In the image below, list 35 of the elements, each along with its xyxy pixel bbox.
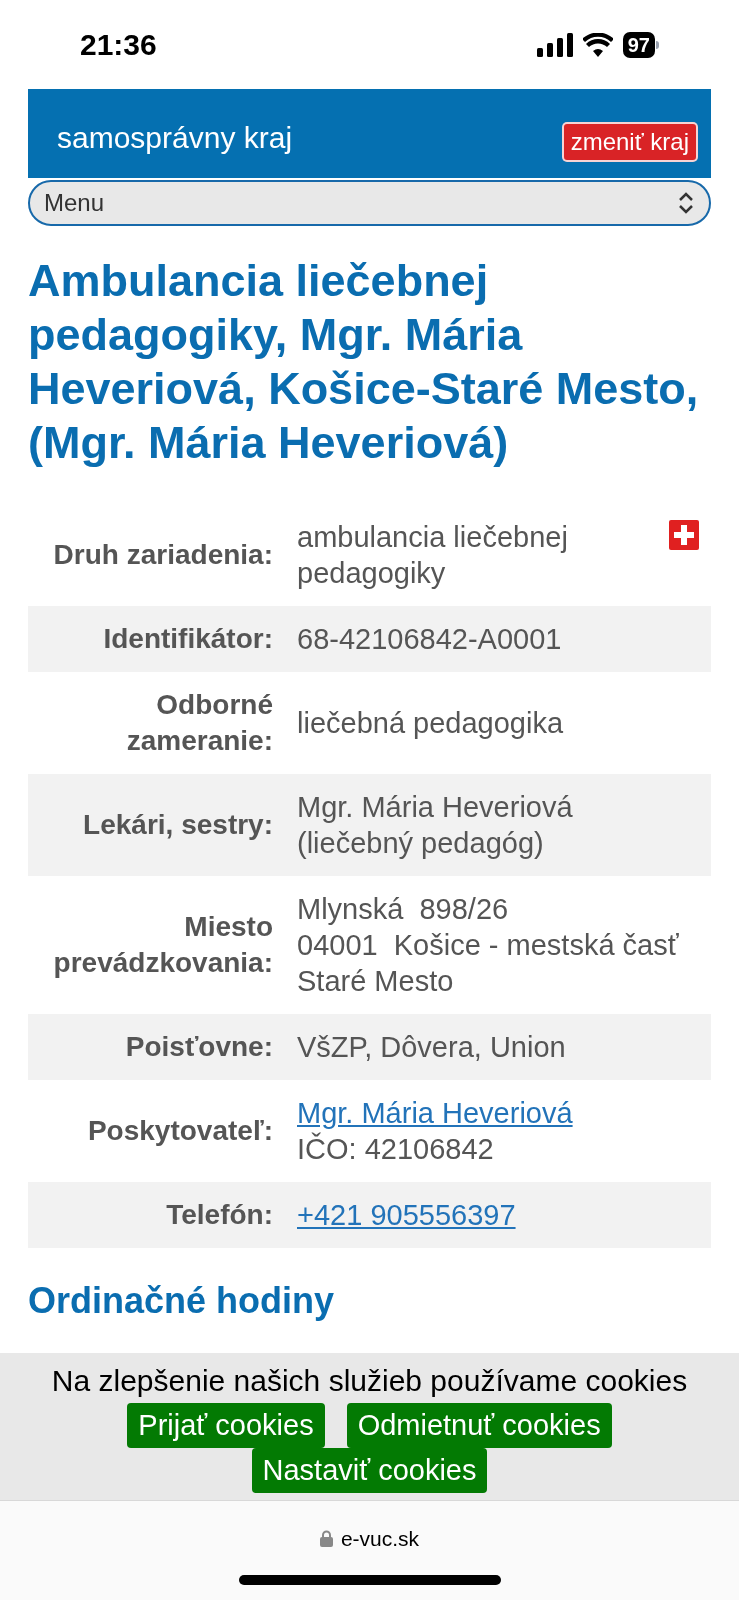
chevron-updown-icon (677, 191, 695, 215)
detail-value: liečebná pedagogika (297, 706, 565, 741)
wifi-icon (582, 32, 613, 57)
detail-value: VšZP, Dôvera, Union (297, 1030, 567, 1065)
menu-select[interactable]: Menu (28, 180, 711, 226)
detail-value: IČO: 42106842 (297, 1131, 495, 1167)
detail-value: Mgr. Mária Heveriová (297, 790, 574, 825)
cookie-button[interactable]: Prijať cookies (127, 1403, 325, 1448)
detail-value: (liečebný pedagóg) (297, 826, 545, 861)
change-region-button[interactable]: zmeniť kraj (561, 122, 698, 162)
detail-label: Druh zariadenia: (52, 538, 273, 572)
detail-label: Miesto prevádzkovania: (52, 910, 273, 980)
clock-time: 21:36 (80, 27, 157, 63)
detail-label: Identifikátor: (102, 622, 273, 656)
detail-link[interactable]: Mgr. Mária Heveriová (297, 1095, 573, 1131)
detail-value: ambulancia liečebnej pedagogiky (297, 520, 569, 591)
region-subtitle: samosprávny kraj (57, 120, 293, 156)
medical-cross-icon (669, 520, 699, 550)
section-heading: Ordinačné hodiny (28, 1279, 336, 1323)
detail-link[interactable]: +421 905556397 (297, 1197, 516, 1233)
signal-icon (536, 32, 573, 57)
cookie-button[interactable]: Odmietnuť cookies (346, 1403, 612, 1448)
page-title: Ambulancia liečebnej pedagogiky, Mgr. Mária Heveriová, Košice-Staré Mesto, (Mgr. Mária Heveriová) (28, 254, 700, 470)
cookie-button[interactable]: Nastaviť cookies (251, 1448, 488, 1493)
url-text[interactable]: e-vuc.sk (340, 1523, 420, 1555)
detail-label: Odborné zameranie: (125, 688, 273, 758)
lock-icon (319, 1530, 333, 1548)
detail-label: Poisťovne: (124, 1030, 273, 1064)
detail-label: Poskytovateľ: (86, 1114, 273, 1148)
detail-value: Mlynská 898/26 (297, 892, 510, 927)
cookie-message: Na zlepšenie našich služieb používame cookies (51, 1363, 688, 1399)
detail-label: Telefón: (165, 1198, 273, 1232)
detail-label: Lekári, sestry: (82, 808, 273, 842)
detail-value: 04001 Košice - mestská časť Staré Mesto (297, 928, 680, 999)
detail-value: 68-42106842-A0001 (297, 622, 563, 657)
